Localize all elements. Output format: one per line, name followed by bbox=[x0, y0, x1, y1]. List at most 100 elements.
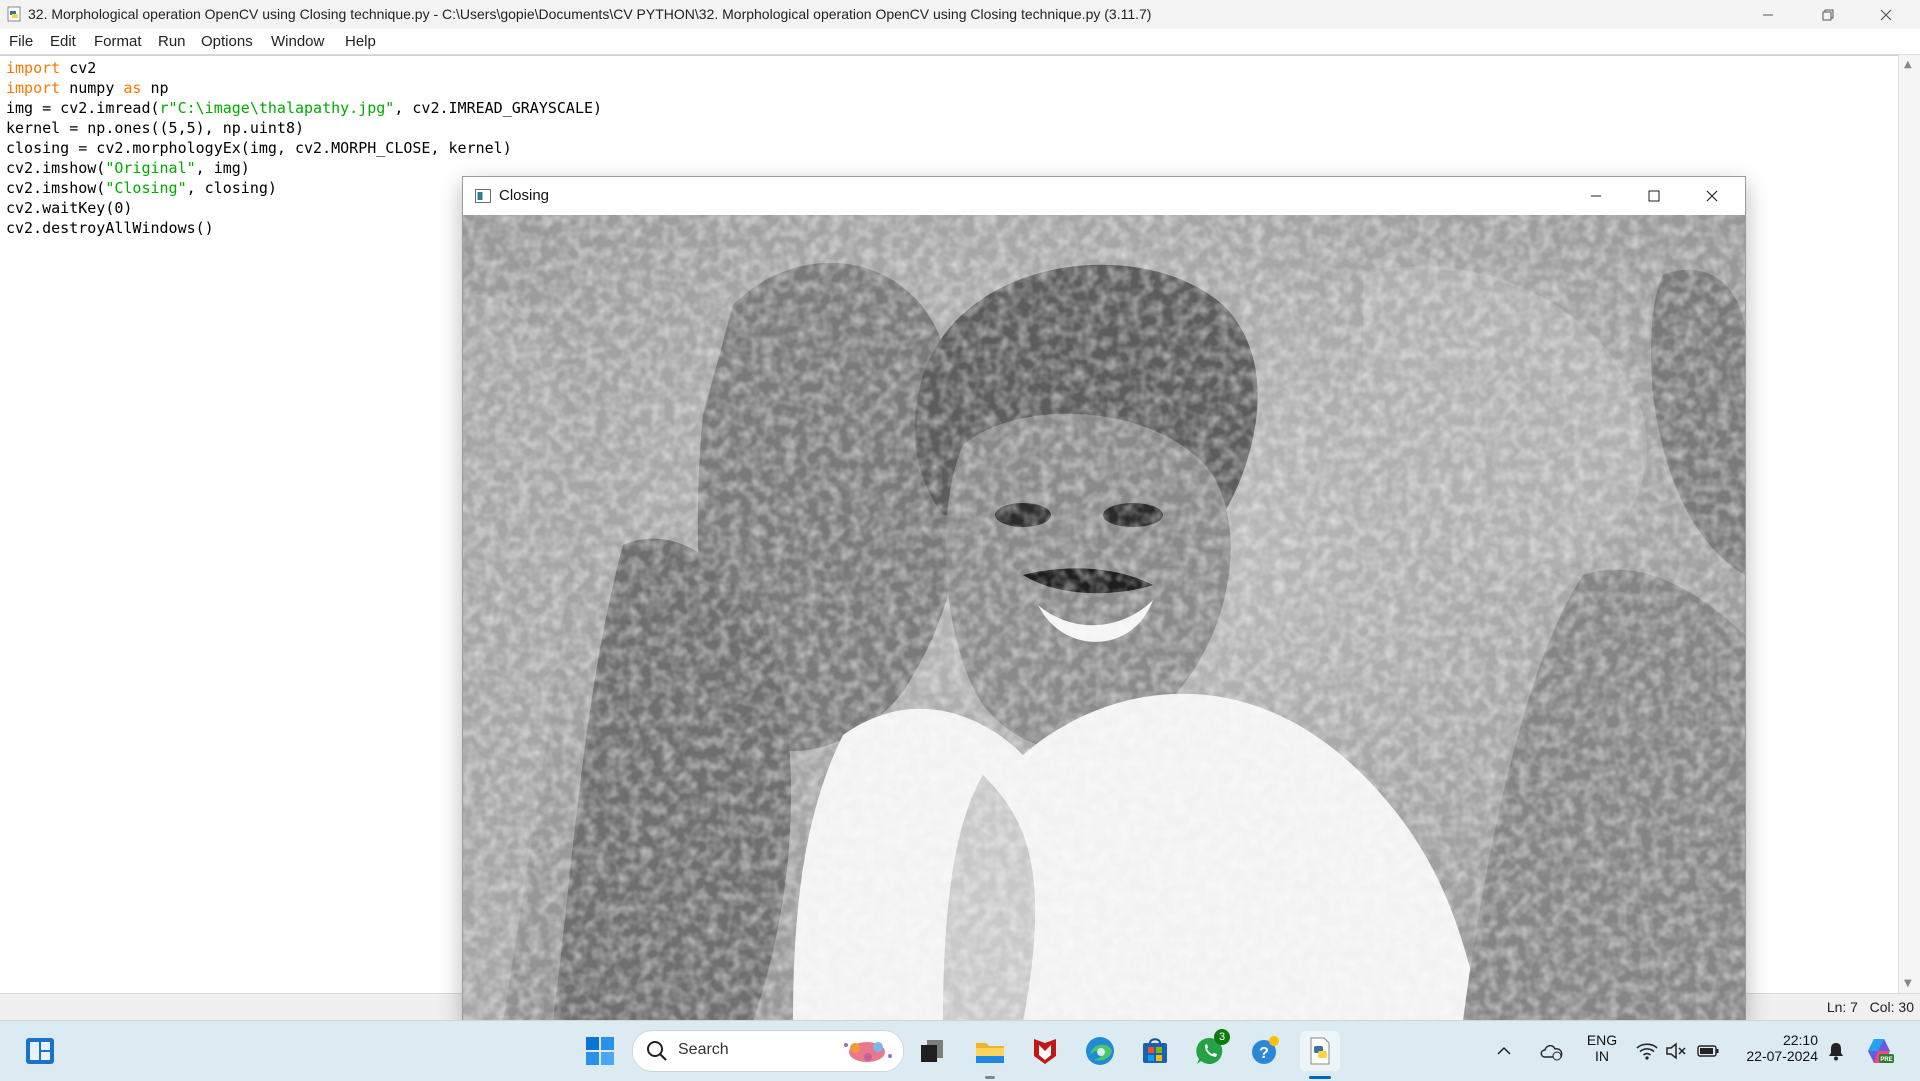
minimize-icon bbox=[1591, 195, 1601, 197]
python-file-icon bbox=[7, 6, 21, 22]
edge-icon bbox=[1086, 1037, 1114, 1065]
scroll-up-icon[interactable]: ▲ bbox=[1904, 59, 1912, 70]
code-token: kernel = np.ones((5,5), np.uint8) bbox=[6, 119, 305, 137]
menu-window[interactable]: Window bbox=[271, 33, 324, 50]
code-token: , img) bbox=[195, 159, 250, 177]
vertical-scrollbar[interactable]: ▲ ▼ bbox=[1898, 55, 1920, 993]
maximize-icon bbox=[1648, 190, 1660, 202]
clock[interactable]: 22:10 22-07-2024 bbox=[1732, 1032, 1818, 1064]
region-code: IN bbox=[1595, 1048, 1609, 1064]
svg-text:PRE: PRE bbox=[1880, 1057, 1892, 1063]
menu-bar: File Edit Format Run Options Window Help bbox=[0, 29, 1920, 55]
code-token: np bbox=[141, 79, 169, 97]
notifications-button[interactable] bbox=[1822, 1031, 1850, 1071]
microsoft-store-button[interactable] bbox=[1135, 1031, 1175, 1071]
clock-date: 22-07-2024 bbox=[1746, 1048, 1818, 1064]
explorer-open-indicator bbox=[985, 1076, 995, 1079]
widgets-icon bbox=[26, 1038, 54, 1064]
copilot-icon: PRE bbox=[1868, 1039, 1894, 1063]
windows-start-icon bbox=[586, 1037, 614, 1065]
code-keyword: as bbox=[123, 79, 142, 97]
python-active-indicator bbox=[1309, 1076, 1331, 1079]
code-line[interactable]: kernel = np.ones((5,5), np.uint8) bbox=[6, 118, 602, 138]
taskbar-search-box[interactable]: Search bbox=[632, 1030, 904, 1072]
task-view-button[interactable] bbox=[912, 1031, 952, 1071]
onedrive-icon bbox=[1540, 1045, 1563, 1061]
show-hidden-icons-button[interactable] bbox=[1492, 1031, 1516, 1071]
language-indicator[interactable]: ENG IN bbox=[1582, 1032, 1622, 1064]
code-token: cv2.imshow( bbox=[6, 179, 106, 197]
closing-close-button[interactable] bbox=[1683, 177, 1741, 215]
code-line[interactable]: import cv2 bbox=[6, 58, 602, 78]
clock-time: 22:10 bbox=[1782, 1032, 1818, 1048]
volume-button[interactable] bbox=[1662, 1031, 1690, 1071]
wifi-button[interactable] bbox=[1633, 1031, 1661, 1071]
python-idle-button[interactable] bbox=[1300, 1031, 1340, 1071]
menu-help[interactable]: Help bbox=[345, 33, 376, 50]
code-string: "Closing" bbox=[105, 179, 187, 197]
battery-icon bbox=[1697, 1045, 1719, 1057]
chevron-up-icon bbox=[1497, 1046, 1511, 1055]
code-string: "Original" bbox=[105, 159, 196, 177]
get-help-icon: ? bbox=[1252, 1036, 1279, 1064]
windows-start-button[interactable] bbox=[580, 1031, 620, 1071]
start-button[interactable] bbox=[20, 1031, 60, 1071]
closing-result-image bbox=[463, 215, 1745, 1021]
window-title: 32. Morphological operation OpenCV using… bbox=[28, 6, 1152, 22]
whatsapp-badge: 3 bbox=[1214, 1029, 1230, 1045]
code-token: cv2.waitKey(0) bbox=[6, 199, 133, 217]
battery-button[interactable] bbox=[1694, 1031, 1722, 1071]
code-line[interactable]: img = cv2.imread(r"C:\image\thalapathy.j… bbox=[6, 98, 602, 118]
window-titlebar: 32. Morphological operation OpenCV using… bbox=[0, 0, 1920, 29]
code-token: , cv2.IMREAD_GRAYSCALE) bbox=[394, 99, 603, 117]
volume-muted-icon bbox=[1666, 1042, 1686, 1060]
code-token: cv2.destroyAllWindows() bbox=[6, 219, 214, 237]
cursor-position: Ln: 7 Col: 30 bbox=[1826, 999, 1914, 1015]
opencv-window-icon bbox=[475, 189, 491, 203]
menu-file[interactable]: File bbox=[9, 33, 33, 50]
closing-minimize-button[interactable] bbox=[1567, 177, 1625, 215]
taskbar: Search 3 ? ENG IN 22:10 22-07-2024 PRE bbox=[0, 1020, 1920, 1081]
search-icon bbox=[647, 1041, 667, 1061]
code-token: img = cv2.imread( bbox=[6, 99, 160, 117]
search-label: Search bbox=[678, 1041, 729, 1058]
minimize-icon bbox=[1763, 14, 1773, 15]
code-line[interactable]: cv2.imshow("Original", img) bbox=[6, 158, 602, 178]
python-idle-icon bbox=[1310, 1037, 1330, 1065]
language-code: ENG bbox=[1586, 1032, 1618, 1048]
closing-window[interactable]: Closing bbox=[462, 176, 1746, 1022]
file-explorer-icon bbox=[976, 1043, 1004, 1063]
code-token: closing = cv2.morphologyEx(img, cv2.MORP… bbox=[6, 139, 512, 157]
code-line[interactable]: closing = cv2.morphologyEx(img, cv2.MORP… bbox=[6, 138, 602, 158]
get-help-button[interactable]: ? bbox=[1245, 1031, 1285, 1071]
edge-button[interactable] bbox=[1080, 1031, 1120, 1071]
closing-maximize-button[interactable] bbox=[1625, 177, 1683, 215]
code-line[interactable]: import numpy as np bbox=[6, 78, 602, 98]
file-explorer-button[interactable] bbox=[970, 1031, 1010, 1071]
close-icon bbox=[1880, 9, 1892, 20]
mcafee-icon bbox=[1034, 1039, 1056, 1064]
minimize-button[interactable] bbox=[1740, 0, 1796, 29]
mcafee-button[interactable] bbox=[1025, 1031, 1065, 1071]
onedrive-button[interactable] bbox=[1536, 1031, 1568, 1071]
close-button[interactable] bbox=[1858, 0, 1914, 29]
whatsapp-button[interactable]: 3 bbox=[1190, 1029, 1230, 1071]
code-token: cv2 bbox=[60, 59, 97, 77]
code-token: numpy bbox=[60, 79, 124, 97]
svg-text:?: ? bbox=[1259, 1045, 1269, 1062]
restore-icon bbox=[1822, 9, 1834, 20]
menu-format[interactable]: Format bbox=[94, 33, 142, 50]
scroll-down-icon[interactable]: ▼ bbox=[1904, 978, 1912, 989]
menu-run[interactable]: Run bbox=[158, 33, 186, 50]
code-token: , closing) bbox=[186, 179, 277, 197]
restore-button[interactable] bbox=[1800, 0, 1856, 29]
menu-options[interactable]: Options bbox=[201, 33, 253, 50]
menu-edit[interactable]: Edit bbox=[50, 33, 76, 50]
code-string: r"C:\image\thalapathy.jpg" bbox=[159, 99, 395, 117]
microsoft-store-icon bbox=[1143, 1038, 1167, 1063]
code-token: cv2.imshow( bbox=[6, 159, 106, 177]
copilot-button[interactable]: PRE bbox=[1860, 1031, 1900, 1071]
bell-icon bbox=[1829, 1043, 1843, 1061]
code-keyword: import bbox=[6, 79, 61, 97]
closing-titlebar[interactable]: Closing bbox=[463, 177, 1745, 215]
